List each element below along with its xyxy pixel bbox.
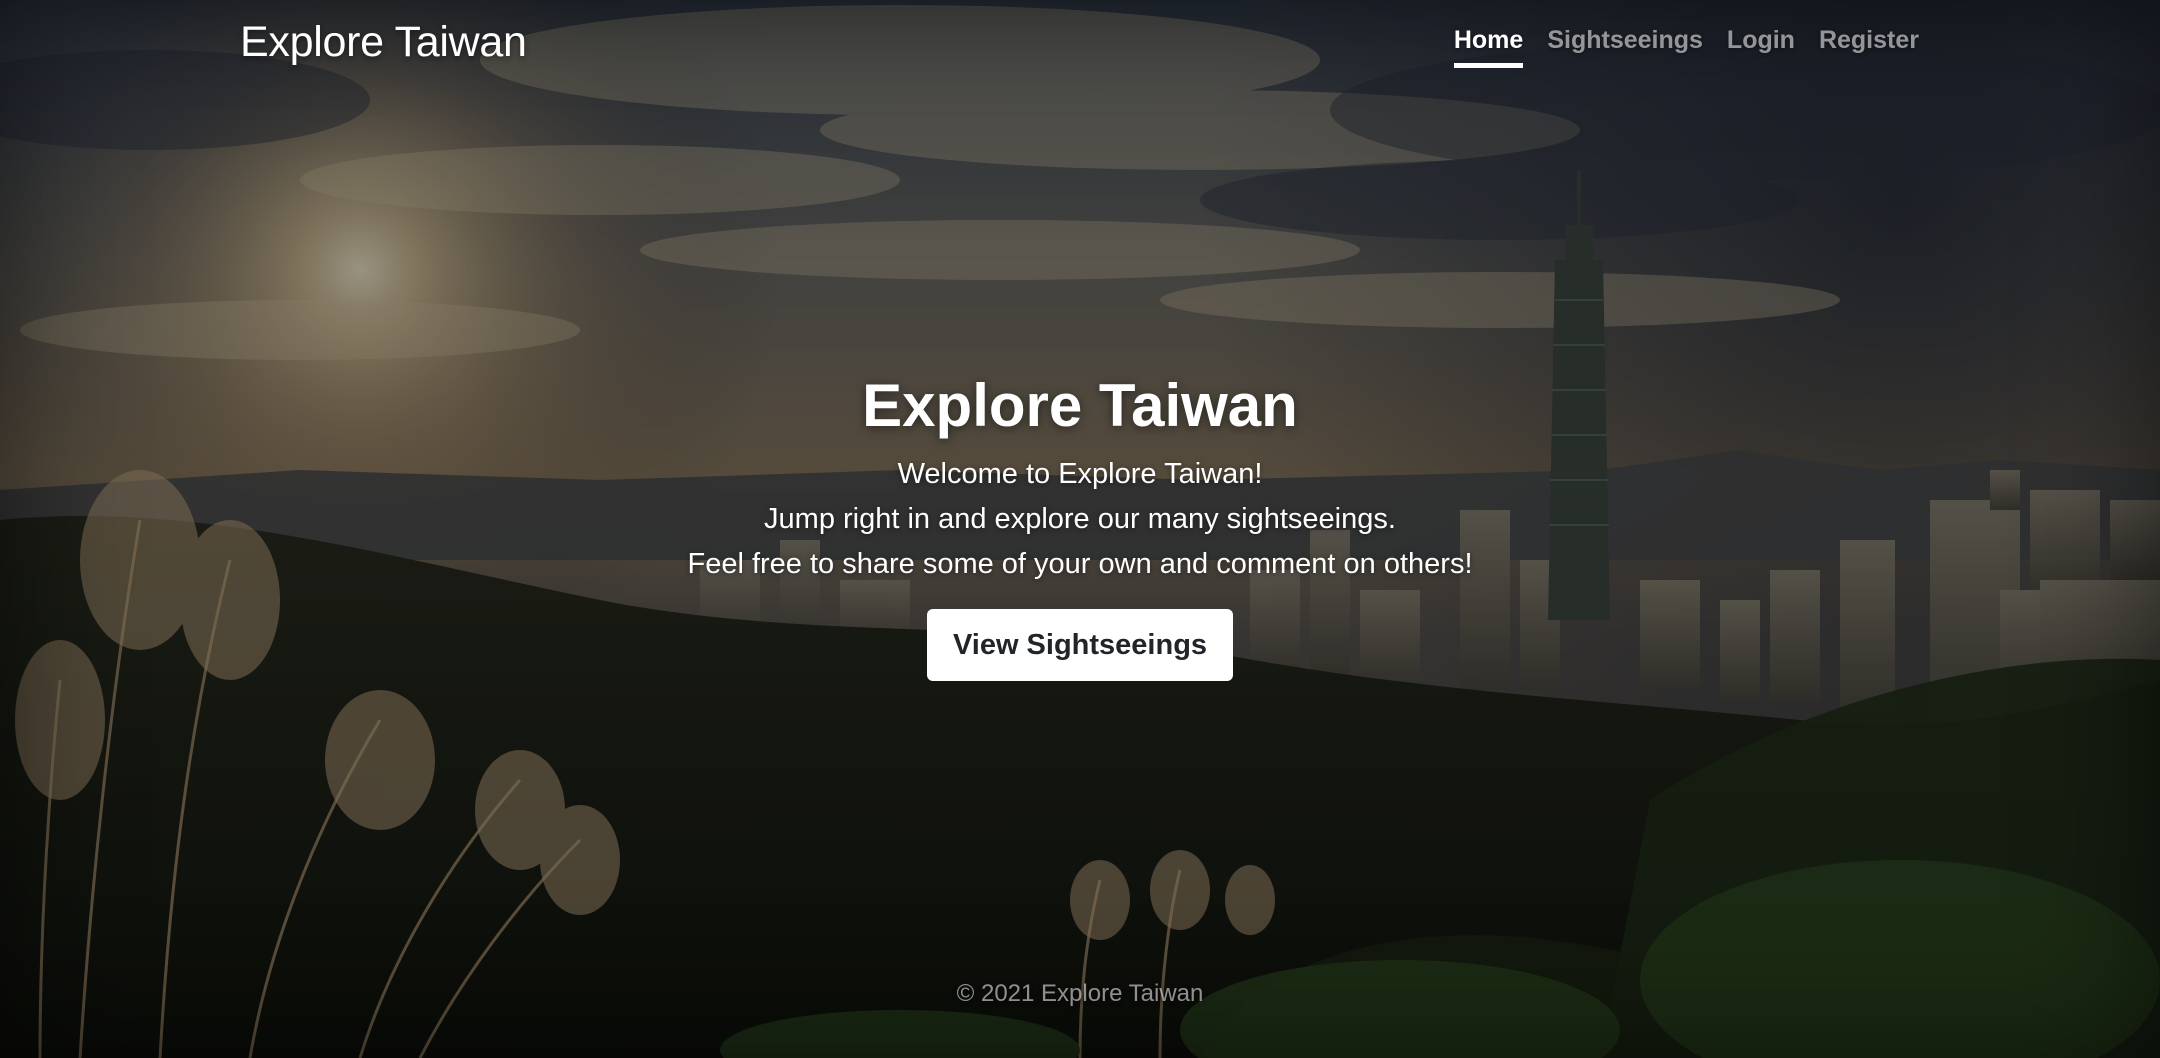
nav-link-home[interactable]: Home [1453, 26, 1524, 68]
hero-lead-line-2: Jump right in and explore our many sight… [764, 503, 1396, 535]
nav-link-login[interactable]: Login [1727, 26, 1795, 68]
hero-lead: Welcome to Explore Taiwan! Jump right in… [0, 452, 2160, 587]
hero-lead-line-3: Feel free to share some of your own and … [687, 548, 1473, 580]
brand-logo-link[interactable]: Explore Taiwan [240, 18, 527, 67]
nav-link-register[interactable]: Register [1819, 26, 1919, 68]
hero-section: Explore Taiwan Welcome to Explore Taiwan… [0, 368, 2160, 681]
hero-lead-line-1: Welcome to Explore Taiwan! [897, 458, 1263, 490]
page: Explore Taiwan Home Sightseeings Login R… [0, 0, 2160, 1058]
main-nav: Home Sightseeings Login Register [1453, 26, 1919, 68]
site-header: Explore Taiwan Home Sightseeings Login R… [0, 0, 2160, 90]
site-footer: © 2021 Explore Taiwan [0, 980, 2160, 1008]
hero-title: Explore Taiwan [862, 372, 1298, 439]
nav-link-sightseeings[interactable]: Sightseeings [1547, 26, 1703, 68]
view-sightseeings-button[interactable]: View Sightseeings [926, 609, 1234, 681]
footer-copyright: © 2021 Explore Taiwan [956, 980, 1204, 1007]
